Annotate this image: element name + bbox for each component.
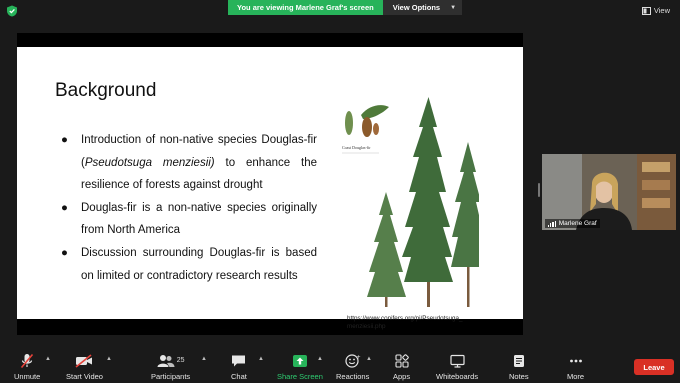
meeting-toolbar: Unmute ▲ Start Video ▲ 25 Participants ▲… [0,348,680,383]
reactions-label: Reactions [336,372,370,381]
participants-icon [157,354,175,367]
bullet-dot: ● [61,134,68,146]
participants-button[interactable]: 25 Participants [151,352,190,381]
image-source-caption: https://www.conifers.org/pi/Pseudotsuga_… [347,315,463,330]
share-screen-icon [292,354,307,367]
chat-button[interactable]: Chat [231,352,247,381]
participant-video-tile[interactable]: Marlene Graf [542,154,676,230]
top-bar: You are viewing Marlene Graf's screen Vi… [0,0,680,22]
chat-chevron-icon[interactable]: ▲ [258,356,264,362]
douglas-fir-illustration: Coast Douglas-fir [342,97,479,307]
presentation-slide: Background ● Introduction of non-native … [17,47,523,330]
start-video-label: Start Video [66,372,103,381]
whiteboards-button[interactable]: Whiteboards [436,352,478,381]
bullet-item: ● Douglas-fir is a non-native species or… [61,197,317,242]
apps-icon [394,353,409,368]
whiteboard-icon [449,354,465,368]
bullet-list: ● Introduction of non-native species Dou… [61,129,317,287]
bullet-dot: ● [61,246,68,259]
chat-bubble-icon [232,355,246,366]
bullet-item: ● Introduction of non-native species Dou… [61,129,317,197]
chat-label: Chat [231,372,247,381]
more-label: More [567,372,585,381]
screen-share-banner: You are viewing Marlene Graf's screen Vi… [228,0,463,15]
bullet-text: Douglas-fir is a non-native species orig… [81,201,317,237]
participants-chevron-icon[interactable]: ▲ [201,356,207,362]
apps-label: Apps [393,372,411,381]
whiteboards-label: Whiteboards [436,372,479,381]
view-layout-icon [641,6,651,15]
leave-button[interactable]: Leave [634,359,674,375]
slide-title: Background [55,80,157,101]
zoom-window: You are viewing Marlene Graf's screen Vi… [0,0,680,383]
reactions-chevron-icon[interactable]: ▲ [366,356,372,362]
share-banner-text: You are viewing Marlene Graf's screen [228,0,383,15]
notes-label: Notes [509,372,529,381]
participants-count: 25 [176,357,185,364]
more-dots-icon [569,359,582,362]
bullet-dot: ● [61,201,68,214]
video-camera-off-icon [75,353,93,368]
bullet-text: Introduction of non-native species Dougl… [81,134,318,192]
svg-text:+: + [356,354,360,360]
share-options-chevron-icon[interactable]: ▲ [317,356,323,362]
shared-screen: Background ● Introduction of non-native … [17,33,523,335]
view-options-label: View Options [392,3,441,12]
signal-strength-icon [548,220,556,227]
view-label: View [653,6,670,15]
view-options-button[interactable]: View Options ▼ [382,0,463,15]
notes-button[interactable]: Notes [509,352,529,381]
participant-name-tag: Marlene Graf [545,219,600,228]
start-video-button[interactable]: Start Video [66,352,103,381]
bullet-item: ● Discussion surrounding Douglas-fir is … [61,242,317,287]
share-screen-button[interactable]: Share Screen [277,352,323,381]
share-screen-label: Share Screen [277,372,323,381]
smiley-reaction-icon: + [345,353,360,368]
bullet-text: Discussion surrounding Douglas-fir is ba… [81,246,317,282]
audio-options-chevron-icon[interactable]: ▲ [45,356,51,362]
apps-button[interactable]: Apps [393,352,410,381]
notes-icon [513,354,524,367]
shield-icon[interactable] [6,5,18,17]
panel-resize-handle[interactable] [538,183,540,197]
unmute-button[interactable]: Unmute [14,352,40,381]
microphone-muted-icon [21,353,34,368]
participants-label: Participants [151,372,191,381]
video-options-chevron-icon[interactable]: ▲ [106,356,112,362]
chevron-down-icon: ▼ [450,4,457,11]
more-button[interactable]: More [567,352,584,381]
participant-name: Marlene Graf [558,220,597,227]
view-button[interactable]: View [641,6,670,15]
figure-title: Coast Douglas-fir [342,145,371,150]
reactions-button[interactable]: + Reactions [336,352,369,381]
unmute-label: Unmute [14,372,41,381]
